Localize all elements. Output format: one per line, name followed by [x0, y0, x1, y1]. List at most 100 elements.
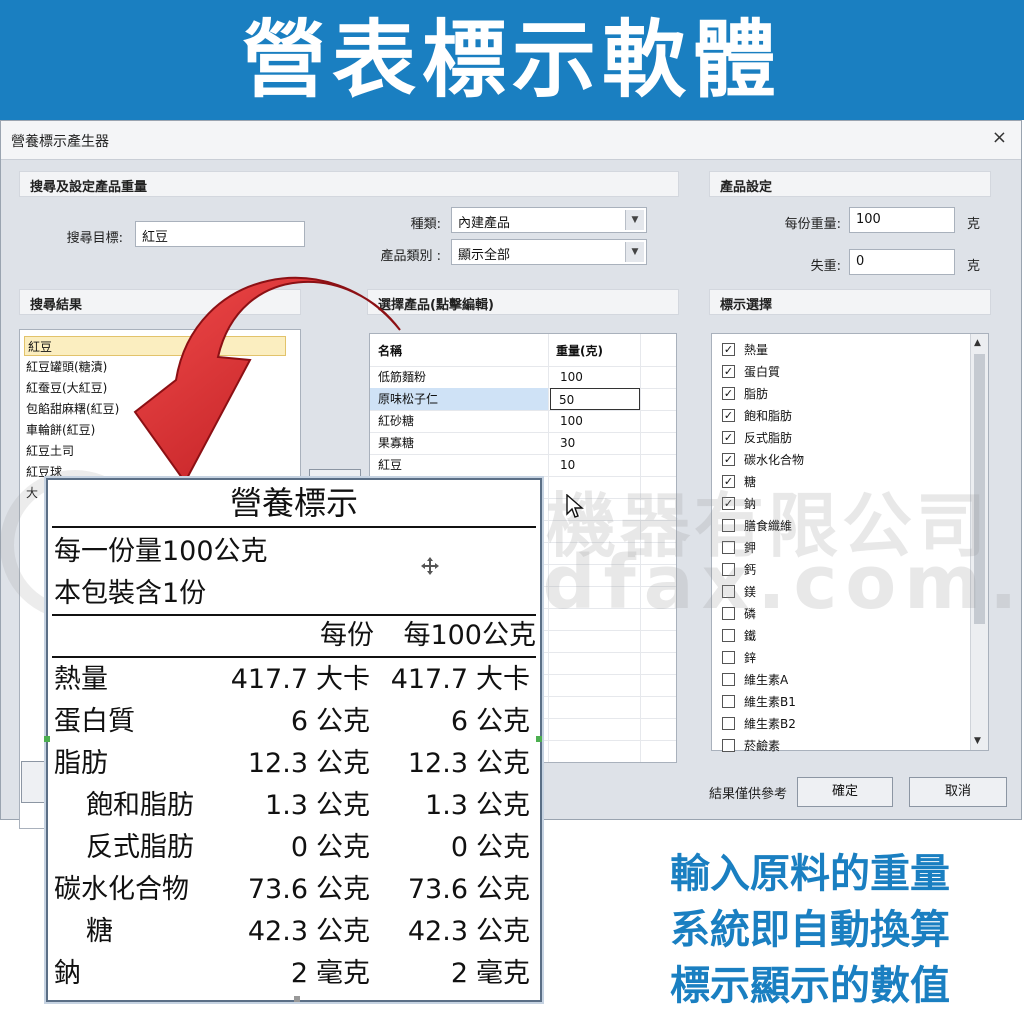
nutrient-value-per-serving: 2 — [290, 958, 308, 989]
scroll-up-icon[interactable]: ▲ — [974, 338, 981, 348]
scroll-down-icon[interactable]: ▼ — [974, 736, 981, 746]
checkbox[interactable] — [722, 651, 735, 664]
nutrient-unit-per-100g: 公克 — [476, 874, 530, 905]
divider — [52, 614, 536, 616]
nutrient-value-per-serving: 73.6 — [247, 874, 308, 905]
kind-select[interactable]: 內建產品 ▼ — [451, 207, 647, 233]
checkbox[interactable] — [722, 739, 735, 752]
list-item[interactable]: 車輪餅(紅豆) — [26, 420, 95, 440]
checkbox-label: 反式脂肪 — [744, 431, 793, 445]
checkbox-label: 維生素B1 — [744, 695, 796, 709]
checkbox[interactable]: ✓ — [722, 409, 735, 422]
nutrient-unit-per-serving: 公克 — [316, 706, 370, 737]
grid-cell-weight[interactable]: 100 — [560, 410, 583, 432]
close-icon[interactable]: × — [992, 127, 1007, 148]
checkbox-label: 維生素B2 — [744, 717, 796, 731]
grid-cell-weight[interactable]: 100 — [560, 366, 583, 388]
serving-weight-label: 每份重量: — [784, 217, 841, 232]
checkbox[interactable]: ✓ — [722, 343, 735, 356]
resize-handle[interactable] — [536, 736, 542, 742]
grid-cell-weight-editing[interactable]: 50 — [550, 388, 640, 410]
move-icon[interactable] — [420, 556, 440, 576]
nutrient-unit-per-serving: 公克 — [316, 874, 370, 905]
column-header-weight: 重量(克) — [556, 344, 603, 358]
curved-arrow-icon — [133, 276, 401, 484]
checkbox-label: 飽和脂肪 — [744, 409, 793, 423]
nutrient-value-per-100g: 73.6 — [407, 874, 468, 905]
banner-title: 營表標示軟體 — [241, 11, 782, 109]
weight-loss-input[interactable]: 0 — [849, 249, 955, 275]
nutrient-value-per-serving: 417.7 — [230, 664, 308, 695]
category-select[interactable]: 顯示全部 ▼ — [451, 239, 647, 265]
caption-line-1: 輸入原料的重量 — [670, 851, 950, 897]
checkbox[interactable]: ✓ — [722, 453, 735, 466]
checkbox[interactable]: ✓ — [722, 387, 735, 400]
chevron-down-icon: ▼ — [625, 210, 644, 230]
servings-per-pack-text: 本包裝含1份 — [54, 578, 207, 609]
nutrient-value-per-100g: 417.7 — [390, 664, 468, 695]
nutrition-label-title: 營養標示 — [229, 484, 358, 522]
column-header-per-serving: 每份 — [320, 620, 374, 651]
cursor-arrow-icon — [566, 494, 584, 518]
nutrition-label-panel[interactable]: 營養標示 每一份量100公克 本包裝含1份 每份 每100公克 熱量 417.7 大… — [44, 478, 542, 1002]
nutrient-unit-per-100g: 公克 — [476, 790, 530, 821]
nutrient-value-per-serving: 0 — [290, 832, 308, 863]
nutrient-label: 反式脂肪 — [86, 832, 194, 863]
nutrient-value-per-serving: 1.3 — [265, 790, 308, 821]
nutrient-unit-per-100g: 公克 — [476, 832, 530, 863]
serving-size-text: 每一份量100公克 — [54, 536, 268, 567]
nutrient-label: 脂肪 — [54, 748, 108, 779]
list-item[interactable]: 包餡甜麻糬(紅豆) — [26, 399, 119, 419]
label-options-header: 標示選擇 — [709, 289, 991, 315]
nutrient-unit-per-100g: 大卡 — [476, 664, 530, 695]
nutrient-unit-per-serving: 大卡 — [316, 664, 370, 695]
title-bar: 營養標示產生器 × — [1, 121, 1021, 160]
nutrient-label: 碳水化合物 — [54, 874, 189, 905]
checkbox[interactable] — [722, 673, 735, 686]
nutrient-unit-per-serving: 公克 — [316, 832, 370, 863]
product-settings-header: 產品設定 — [709, 171, 991, 197]
list-item[interactable]: 紅蚕豆(大紅豆) — [26, 378, 107, 398]
nutrient-label: 糖 — [86, 916, 113, 947]
search-target-input[interactable]: 紅豆 — [135, 221, 305, 247]
checkbox[interactable] — [722, 717, 735, 730]
nutrient-label: 飽和脂肪 — [86, 790, 194, 821]
checkbox-label: 菸鹼素 — [744, 739, 781, 753]
nutrient-value-per-100g: 6 — [450, 706, 468, 737]
checkbox-label: 鋅 — [744, 651, 757, 665]
list-item[interactable]: 紅豆土司 — [26, 441, 74, 461]
serving-weight-input[interactable]: 100 — [849, 207, 955, 233]
divider — [52, 526, 536, 528]
kind-label: 種類: — [410, 217, 441, 232]
search-target-label: 搜尋目標: — [66, 231, 123, 246]
checkbox[interactable]: ✓ — [722, 431, 735, 444]
checkbox[interactable]: ✓ — [722, 365, 735, 378]
ok-button[interactable]: 確定 — [797, 777, 893, 807]
nutrient-value-per-serving: 42.3 — [247, 916, 308, 947]
nutrient-unit-per-serving: 公克 — [316, 790, 370, 821]
nutrient-unit-per-100g: 公克 — [476, 916, 530, 947]
grid-cell-weight[interactable]: 30 — [560, 432, 575, 454]
nutrient-value-per-100g: 12.3 — [407, 748, 468, 779]
checkbox-label: 脂肪 — [744, 387, 769, 401]
checkbox[interactable] — [722, 695, 735, 708]
checkbox-label: 碳水化合物 — [744, 453, 805, 467]
cancel-button[interactable]: 取消 — [909, 777, 1007, 807]
serving-weight-unit: 克 — [967, 217, 981, 232]
kind-select-value: 內建產品 — [458, 216, 511, 231]
nutrient-label: 熱量 — [54, 664, 108, 695]
list-item[interactable]: 紅豆罐頭(糖漬) — [26, 357, 107, 377]
nutrient-unit-per-serving: 公克 — [316, 916, 370, 947]
banner: 營表標示軟體 — [0, 0, 1024, 120]
nutrient-label: 鈉 — [54, 958, 81, 989]
resize-handle[interactable] — [44, 736, 50, 742]
column-header-per-100g: 每100公克 — [403, 620, 536, 651]
caption-line-3: 標示顯示的數值 — [670, 963, 950, 1009]
nutrient-value-per-100g: 0 — [450, 832, 468, 863]
divider — [52, 656, 536, 658]
resize-handle[interactable] — [294, 996, 300, 1002]
nutrient-value-per-100g: 1.3 — [425, 790, 468, 821]
nutrient-value-per-100g: 2 — [450, 958, 468, 989]
checkbox[interactable] — [722, 629, 735, 642]
category-select-value: 顯示全部 — [458, 248, 511, 263]
